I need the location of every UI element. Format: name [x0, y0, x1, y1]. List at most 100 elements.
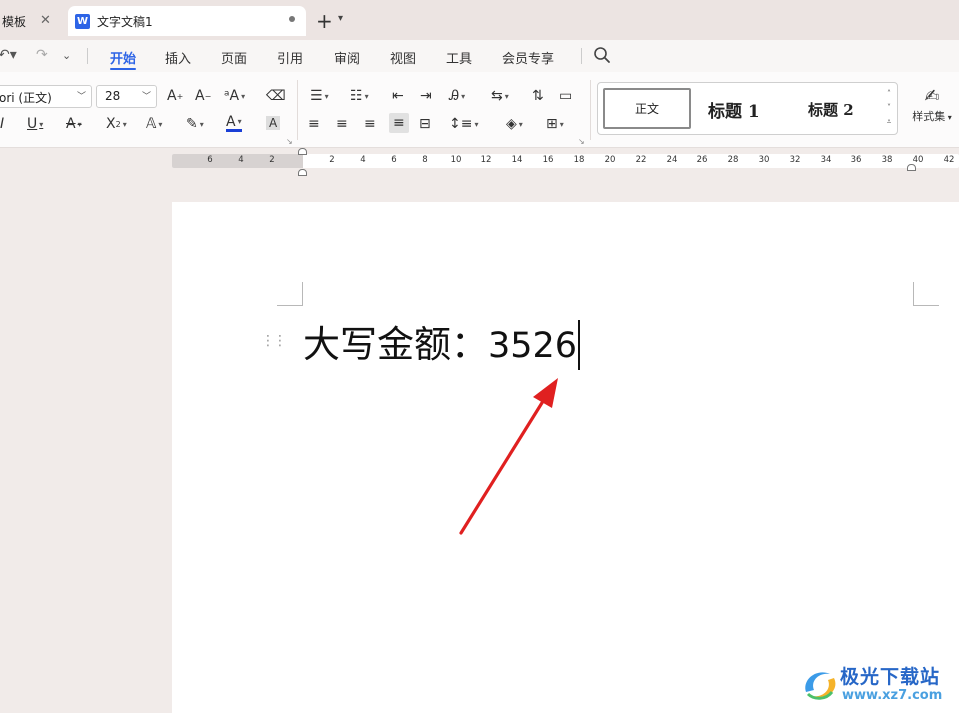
amount-value: 3526: [488, 326, 578, 366]
ruler-tick-label: 24: [666, 155, 678, 165]
ruler-tick-label: 40: [912, 155, 924, 165]
clear-format-icon[interactable]: ⌫: [266, 88, 286, 104]
char-shading-icon[interactable]: A: [266, 116, 281, 130]
close-icon[interactable]: ✕: [40, 13, 51, 28]
crop-mark: [277, 282, 303, 306]
ruler-tick-label: 42: [943, 155, 955, 165]
align-center-icon[interactable]: ≡: [336, 116, 348, 132]
line-wrap-icon[interactable]: ⇆ ▾: [491, 88, 509, 104]
highlight-icon[interactable]: ✎ ▾: [186, 116, 204, 132]
ruler-tick-label: 6: [207, 155, 213, 165]
justify-icon[interactable]: ≡: [389, 113, 409, 133]
borders-icon[interactable]: ⊞ ▾: [546, 116, 564, 132]
divider: [581, 48, 582, 64]
italic-icon[interactable]: I: [0, 116, 4, 132]
ruler-tick-label: 2: [329, 155, 335, 165]
quick-access-dropdown-icon[interactable]: ⌄: [62, 49, 71, 62]
search-icon[interactable]: [593, 46, 611, 64]
phonetic-guide-icon[interactable]: ᵃA ▾: [224, 88, 245, 104]
sort-icon[interactable]: ⇅: [532, 88, 544, 104]
ruler-tick-label: 8: [422, 155, 428, 165]
underline-icon[interactable]: U ▾: [27, 116, 43, 132]
ruler-tick-label: 16: [542, 155, 554, 165]
tab-templates[interactable]: 模板 ✕: [0, 6, 62, 36]
align-right-icon[interactable]: ≡: [364, 116, 376, 132]
new-tab-button[interactable]: +: [316, 9, 333, 33]
shading-icon[interactable]: ◈ ▾: [506, 116, 523, 132]
font-color-icon[interactable]: A ▾: [226, 115, 242, 132]
ruler-tick-label: 38: [881, 155, 893, 165]
numbered-list-icon[interactable]: ☷ ▾: [350, 88, 369, 104]
ruler-tick-label: 34: [820, 155, 832, 165]
horizontal-ruler[interactable]: 6 4 2 2 4 6 8 10 12 14 16 18 20 22 24 26 28 30 32 34 36 38 40 4…: [172, 154, 959, 168]
text-direction-icon[interactable]: Ꭿ ▾: [449, 88, 465, 104]
ruler-tick-label: 10: [450, 155, 462, 165]
ruler-tick-label: 12: [480, 155, 492, 165]
paragraph-drag-handle-icon[interactable]: ⋮⋮: [261, 333, 287, 349]
divider: [297, 80, 298, 140]
decrease-indent-icon[interactable]: ⇤: [392, 88, 404, 104]
redo-icon[interactable]: ↷: [36, 47, 48, 63]
superscript-icon[interactable]: X 2 ▾: [106, 116, 127, 132]
paragraph-dialog-launcher-icon[interactable]: ↘: [578, 137, 585, 146]
chevron-down-icon[interactable]: ˅: [884, 101, 894, 115]
bullet-list-icon[interactable]: ☰ ▾: [310, 88, 329, 104]
tab-document-label: 文字文稿1: [97, 14, 153, 29]
ruler-tick-label: 30: [758, 155, 770, 165]
expand-gallery-icon[interactable]: ⩡: [884, 115, 894, 129]
document-page[interactable]: ⋮⋮ 大写金额： 3526: [172, 202, 959, 713]
distribute-icon[interactable]: ⊟: [419, 116, 431, 132]
unsaved-dot-icon[interactable]: [289, 16, 295, 22]
crop-mark: [913, 282, 939, 306]
shrink-font-icon[interactable]: A −: [195, 88, 211, 104]
ruler-tick-label: 4: [238, 155, 244, 165]
first-line-indent-marker[interactable]: [298, 148, 307, 155]
watermark-swirl-icon: [805, 672, 836, 700]
text-effect-icon[interactable]: 𝔸 ▾: [146, 116, 162, 132]
undo-icon[interactable]: ↶▾: [0, 47, 17, 63]
style-set-icon: ✍: [924, 86, 940, 107]
right-indent-marker[interactable]: [907, 164, 916, 171]
line-spacing-icon[interactable]: ↕≡ ▾: [449, 116, 478, 132]
menu-references[interactable]: 引用: [277, 48, 303, 67]
ruler-tick-label: 14: [511, 155, 523, 165]
gallery-scroll[interactable]: ˄ ˅ ⩡: [884, 87, 894, 129]
menu-insert[interactable]: 插入: [165, 48, 191, 67]
hanging-indent-marker[interactable]: [298, 169, 307, 176]
ruler-area: 6 4 2 2 4 6 8 10 12 14 16 18 20 22 24 26 28 30 32 34 36 38 40 4…: [0, 148, 959, 178]
show-marks-icon[interactable]: ▭: [559, 88, 572, 104]
menu-page[interactable]: 页面: [221, 48, 247, 67]
chevron-up-icon[interactable]: ˄: [884, 87, 894, 101]
active-tab-indicator: [110, 68, 136, 70]
style-normal[interactable]: 正文: [603, 88, 691, 129]
watermark-title: 极光下载站: [840, 666, 941, 688]
amount-label: 大写金额：: [303, 323, 488, 366]
align-left-icon[interactable]: ≡: [308, 116, 320, 132]
menu-member[interactable]: 会员专享: [502, 48, 554, 67]
tab-document[interactable]: W 文字文稿1: [68, 6, 306, 36]
watermark-logo: 极光下载站 www.xz7.com: [798, 660, 958, 708]
font-size-select[interactable]: 28 ﹀: [96, 85, 157, 108]
tab-bar: 模板 ✕ W 文字文稿1 + ▾: [0, 0, 959, 40]
strikethrough-icon[interactable]: A ▾: [66, 116, 82, 132]
grow-font-icon[interactable]: A +: [167, 88, 183, 104]
ruler-tick-label: 6: [391, 155, 397, 165]
ruler-tick-label: 4: [360, 155, 366, 165]
chevron-down-icon[interactable]: ▾: [338, 13, 343, 24]
increase-indent-icon[interactable]: ⇥: [420, 88, 432, 104]
ruler-tick-label: 2: [269, 155, 275, 165]
menu-view[interactable]: 视图: [390, 48, 416, 67]
watermark-url: www.xz7.com: [842, 688, 943, 703]
style-set-button[interactable]: ✍ 样式集 ▾: [908, 86, 956, 124]
menu-home[interactable]: 开始: [110, 48, 136, 67]
ruler-tick-label: 20: [604, 155, 616, 165]
ribbon-toolbar: ori (正文) ﹀ 28 ﹀ A + A − ᵃA ▾ ⌫ I U ▾ A ▾ X 2 ▾ …: [0, 72, 959, 148]
menu-review[interactable]: 审阅: [334, 48, 360, 67]
style-heading-2[interactable]: 标题 2: [808, 99, 854, 120]
divider: [590, 80, 591, 140]
font-name-select[interactable]: ori (正文) ﹀: [0, 85, 92, 108]
style-heading-1[interactable]: 标题 1: [708, 97, 760, 122]
menu-tools[interactable]: 工具: [446, 48, 472, 67]
font-dialog-launcher-icon[interactable]: ↘: [286, 137, 293, 146]
paragraph[interactable]: 大写金额： 3526: [303, 314, 581, 370]
